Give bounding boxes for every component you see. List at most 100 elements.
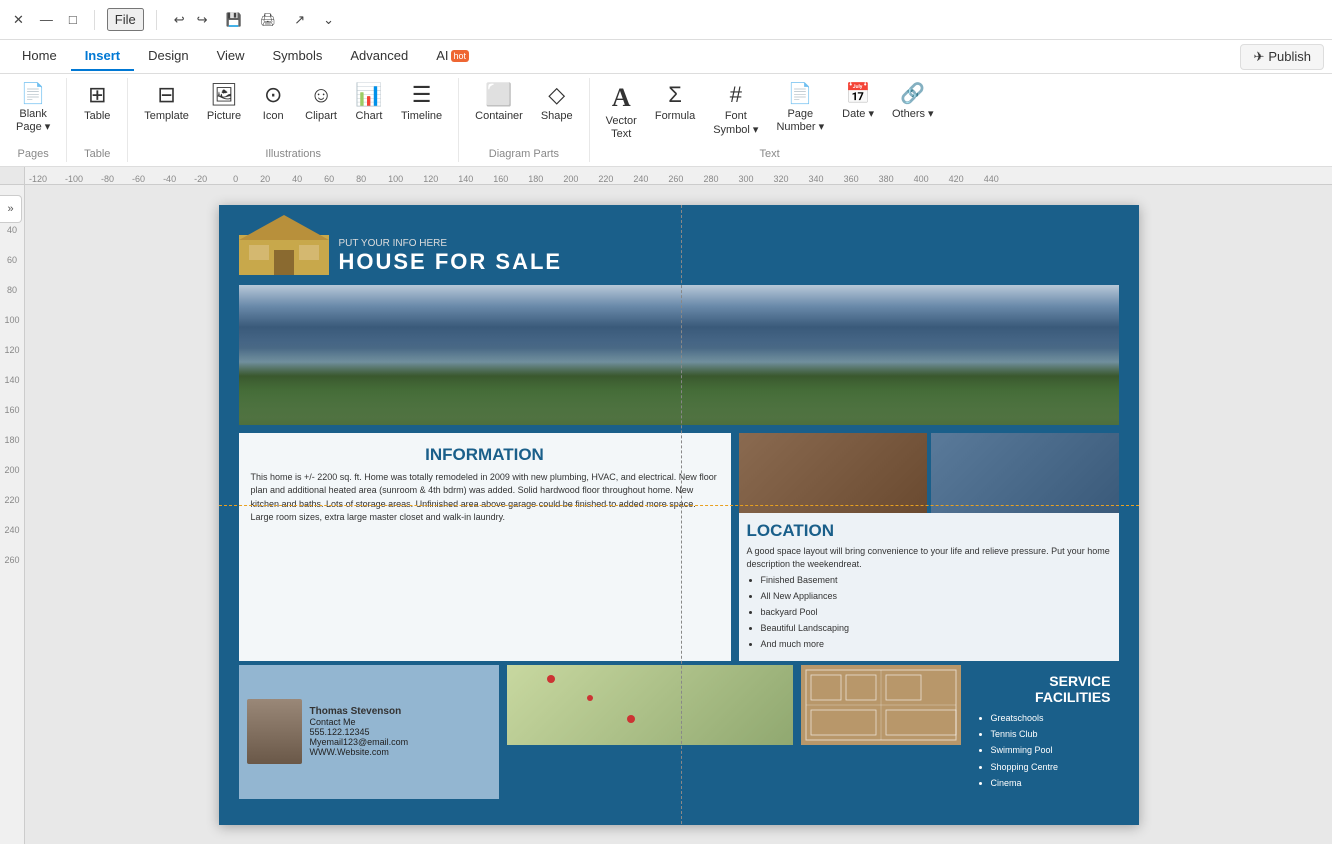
ruler-area: -120 -100 -80 -60 -40 -20 0 20 40 60 80 …: [0, 167, 1332, 185]
canvas-area[interactable]: PUT YOUR INFO HERE HOUSE FOR SALE: [25, 185, 1332, 844]
print-button[interactable]: 🖨: [255, 10, 282, 30]
timeline-button[interactable]: ☰ Timeline: [393, 78, 450, 128]
redo-button[interactable]: ↪: [192, 10, 213, 30]
more-button[interactable]: ⌄: [318, 10, 339, 30]
vector-text-button[interactable]: A VectorText: [598, 78, 645, 146]
shape-label: Shape: [541, 110, 573, 123]
bullet-4: Beautiful Landscaping: [761, 620, 1111, 636]
picture-button[interactable]: 🖼 Picture: [199, 78, 249, 128]
service-list: Greatschools Tennis Club Swimming Pool S…: [977, 710, 1111, 791]
page-wrapper: PUT YOUR INFO HERE HOUSE FOR SALE: [219, 205, 1139, 824]
guide-line-horizontal: [219, 505, 1139, 506]
agent-photo: [247, 699, 302, 764]
service-item-5: Cinema: [991, 775, 1111, 791]
minimize-button[interactable]: —: [35, 10, 58, 29]
bottom-padding: [219, 799, 1139, 819]
others-icon: 🔗: [900, 82, 925, 106]
tab-ai[interactable]: AI hot: [422, 42, 483, 71]
timeline-label: Timeline: [401, 110, 442, 123]
info-section: INFORMATION This home is +/- 2200 sq. ft…: [239, 433, 731, 661]
ribbon-group-text: A VectorText Σ Formula # FontSymbol ▾ 📄 …: [590, 78, 950, 162]
vector-text-icon: A: [612, 82, 631, 113]
right-column: LOCATION A good space layout will bring …: [739, 433, 1119, 661]
agent-contact: Contact Me: [310, 717, 409, 727]
location-section: LOCATION A good space layout will bring …: [739, 513, 1119, 661]
chart-button[interactable]: 📊 Chart: [347, 78, 391, 128]
shape-icon: ◇: [548, 82, 565, 108]
file-button[interactable]: File: [107, 8, 144, 31]
agent-box: Thomas Stevenson Contact Me 555.122.1234…: [239, 665, 499, 800]
ribbon-group-illustrations: ⊟ Template 🖼 Picture ⊙ Icon ☺ Clipart 📊 …: [128, 78, 459, 162]
font-symbol-button[interactable]: # FontSymbol ▾: [705, 78, 766, 141]
blank-page-button[interactable]: 📄 BlankPage ▾: [8, 78, 58, 138]
table-label: Table: [84, 110, 110, 123]
info-heading: INFORMATION: [251, 445, 719, 465]
workspace: 20406080100 120140160180200 220240260 »: [0, 185, 1332, 844]
bullet-5: And much more: [761, 636, 1111, 652]
ribbon-group-table: ⊞ Table Table: [67, 78, 128, 162]
container-button[interactable]: ⬜ Container: [467, 78, 531, 128]
tab-symbols[interactable]: Symbols: [259, 42, 337, 71]
service-item-2: Tennis Club: [991, 726, 1111, 742]
export-button[interactable]: ↗: [289, 10, 310, 30]
undo-button[interactable]: ↩: [169, 10, 190, 30]
others-label: Others ▾: [892, 108, 934, 121]
agent-phone: 555.122.12345: [310, 727, 409, 737]
floor-plan: [801, 665, 961, 745]
icon-label: Icon: [263, 110, 284, 123]
sep2: [156, 10, 157, 30]
tab-view[interactable]: View: [203, 42, 259, 71]
icon-button[interactable]: ⊙ Icon: [251, 78, 295, 128]
close-button[interactable]: ✕: [8, 10, 29, 30]
house-icon: [239, 215, 329, 275]
timeline-icon: ☰: [412, 82, 432, 108]
tab-home[interactable]: Home: [8, 42, 71, 71]
others-button[interactable]: 🔗 Others ▾: [884, 78, 942, 125]
page-number-button[interactable]: 📄 PageNumber ▾: [768, 78, 832, 138]
ribbon: 📄 BlankPage ▾ Pages ⊞ Table Table ⊟ Temp…: [0, 74, 1332, 167]
table-group-label: Table: [75, 146, 119, 162]
ruler-corner: [0, 167, 25, 185]
tab-insert[interactable]: Insert: [71, 42, 134, 71]
guide-line-vertical: [681, 205, 682, 824]
clipart-button[interactable]: ☺ Clipart: [297, 78, 345, 128]
ribbon-group-pages: 📄 BlankPage ▾ Pages: [0, 78, 67, 162]
sep1: [94, 10, 95, 30]
ribbon-items-diagram: ⬜ Container ◇ Shape: [467, 78, 581, 146]
service-item-1: Greatschools: [991, 710, 1111, 726]
table-icon: ⊞: [88, 82, 106, 108]
ribbon-group-diagram: ⬜ Container ◇ Shape Diagram Parts: [459, 78, 590, 162]
agent-name: Thomas Stevenson: [310, 706, 409, 717]
text-group-label: Text: [598, 146, 942, 162]
tab-design[interactable]: Design: [134, 42, 202, 71]
bullet-1: Finished Basement: [761, 572, 1111, 588]
service-box: SERVICEFACILITIES Greatschools Tennis Cl…: [969, 665, 1119, 800]
small-photo-2: [931, 433, 1119, 513]
template-label: Template: [144, 110, 189, 123]
diagram-group-label: Diagram Parts: [467, 146, 581, 162]
font-symbol-label: FontSymbol ▾: [713, 110, 758, 136]
put-info-text: PUT YOUR INFO HERE: [339, 238, 563, 249]
picture-icon: 🖼: [210, 82, 238, 108]
formula-icon: Σ: [668, 82, 682, 108]
date-button[interactable]: 📅 Date ▾: [834, 78, 882, 125]
page-number-label: PageNumber ▾: [776, 108, 824, 134]
sidebar-toggle[interactable]: »: [0, 195, 22, 223]
save-button[interactable]: 💾: [221, 10, 247, 30]
table-button[interactable]: ⊞ Table: [75, 78, 119, 128]
agent-email: Myemail123@email.com: [310, 737, 409, 747]
house-for-sale-title: HOUSE FOR SALE: [339, 249, 563, 275]
title-bar: ✕ — □ File ↩ ↪ 💾 🖨 ↗ ⌄: [0, 0, 1332, 40]
ribbon-items-illustrations: ⊟ Template 🖼 Picture ⊙ Icon ☺ Clipart 📊 …: [136, 78, 450, 146]
service-heading: SERVICEFACILITIES: [977, 673, 1111, 707]
icon-icon: ⊙: [264, 82, 282, 108]
shape-button[interactable]: ◇ Shape: [533, 78, 581, 128]
maximize-button[interactable]: □: [64, 10, 82, 29]
publish-button[interactable]: ✈ Publish: [1240, 44, 1324, 70]
picture-label: Picture: [207, 110, 241, 123]
agent-website: WWW.Website.com: [310, 747, 409, 757]
vertical-ruler: 20406080100 120140160180200 220240260 »: [0, 185, 25, 844]
tab-advanced[interactable]: Advanced: [336, 42, 422, 71]
formula-button[interactable]: Σ Formula: [647, 78, 703, 128]
template-button[interactable]: ⊟ Template: [136, 78, 197, 128]
